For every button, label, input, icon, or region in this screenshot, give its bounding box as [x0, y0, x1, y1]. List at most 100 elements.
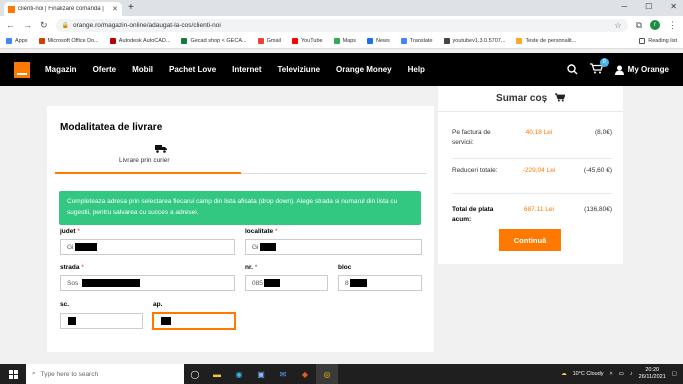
summary-row-total: Total de plata acum: 687,11 Lei (136,80€… [452, 206, 612, 223]
network-icon[interactable]: ▭ [619, 371, 624, 377]
active-tab-underline [55, 172, 241, 174]
close-window-icon[interactable]: ✕ [670, 2, 677, 11]
tab-livrare-curier[interactable]: Livrare prin curier [119, 157, 170, 164]
bookmark-teste[interactable]: Teste de personalit... [516, 38, 576, 44]
cart-icon [554, 93, 566, 102]
redacted-mask [349, 279, 367, 287]
task-view-icon[interactable]: ◯ [184, 364, 206, 384]
browser-tab[interactable]: clienti-noi | Finalizare comanda | ✕ [4, 2, 122, 16]
chrome-icon[interactable]: ◎ [316, 364, 338, 384]
bloc-field[interactable]: 8 [338, 275, 422, 291]
office-icon [38, 38, 45, 44]
profile-avatar[interactable]: r [650, 20, 660, 30]
nav-televiziune[interactable]: Televiziune [278, 65, 321, 74]
cart-count-badge: 0 [599, 57, 609, 67]
cart-button[interactable]: 0 [589, 57, 609, 77]
summary-row-services: Pe factura de servicii: 40,18 Lei (8,0€) [452, 129, 612, 146]
reading-list-icon [639, 38, 646, 44]
system-tray: ☁ 10°C Cloudy ˄ ▭ ♪ 20:20 26/11/2021 ▢ [561, 367, 683, 381]
bookmark-apps[interactable]: Apps [6, 38, 28, 44]
volume-icon[interactable]: ♪ [630, 371, 633, 377]
notifications-icon[interactable]: ▢ [672, 371, 677, 377]
maximize-icon[interactable]: ☐ [645, 2, 652, 11]
weather-icon[interactable]: ☁ [561, 371, 567, 377]
bookmark-youtube[interactable]: YouTube [291, 38, 323, 44]
clock[interactable]: 20:20 26/11/2021 [639, 367, 666, 381]
nav-mobil[interactable]: Mobil [132, 65, 153, 74]
ap-field[interactable] [153, 313, 235, 329]
url-input[interactable]: 🔒 orange.ro/magazin-online/adaugat-la-co… [55, 18, 628, 32]
office-app-icon[interactable]: ◆ [294, 364, 316, 384]
continue-button[interactable]: Continuă [499, 229, 561, 251]
summary-divider [438, 111, 623, 112]
bookmark-youtubev1[interactable]: youtubev1.3.0.5707... [443, 38, 505, 44]
menu-icon[interactable]: ⋮ [668, 20, 677, 31]
tab-title: clienti-noi | Finalizare comanda | [18, 6, 104, 12]
cart-summary-panel: Sumar coș Pe factura de servicii: 40,18 … [438, 86, 623, 264]
apps-grid-icon [6, 38, 12, 44]
window-controls: ─ ☐ ✕ [621, 2, 677, 11]
bookmark-autodesk[interactable]: Autodesk AutoCAD... [109, 38, 170, 44]
orange-logo[interactable] [14, 61, 30, 78]
url-text: orange.ro/magazin-online/adaugat-la-cos/… [73, 21, 221, 29]
redacted-mask [161, 317, 171, 325]
bookmark-gmail[interactable]: Gmail [257, 38, 281, 44]
edge-icon[interactable]: ◉ [228, 364, 250, 384]
nav-orange-money[interactable]: Orange Money [336, 65, 392, 74]
store-icon[interactable]: ▣ [250, 364, 272, 384]
minimize-icon[interactable]: ─ [621, 2, 627, 11]
delivery-title: Modalitatea de livrare [60, 122, 163, 133]
reload-icon[interactable]: ↻ [40, 20, 48, 31]
tray-arrow-icon[interactable]: ˄ [610, 371, 613, 377]
nav-pachet-love[interactable]: Pachet Love [169, 65, 216, 74]
extensions-icon[interactable]: ⧉ [636, 20, 642, 31]
lock-icon[interactable]: 🔒 [62, 22, 69, 29]
taskbar: ⌕ Type here to search ◯ ▬ ◉ ▣ ✉ ◆ ◎ ☁ 10… [0, 364, 683, 384]
mail-icon[interactable]: ✉ [272, 364, 294, 384]
truck-icon [155, 145, 167, 153]
delivery-form-card: Modalitatea de livrare Livrare prin curi… [47, 106, 434, 352]
gmail-icon [257, 38, 264, 44]
orange-favicon-icon [8, 5, 15, 13]
bookmark-gecad[interactable]: Gecad shop < GECA... [181, 38, 247, 44]
judet-field[interactable]: Gi [60, 239, 235, 255]
bookmark-star-icon[interactable]: ☆ [614, 21, 621, 30]
maps-icon [333, 38, 340, 44]
bookmarks-bar: Apps Microsoft Office Do... Autodesk Aut… [0, 34, 683, 49]
search-placeholder: Type here to search [40, 370, 99, 378]
ap-label: ap. [153, 301, 163, 308]
teste-icon [516, 38, 523, 44]
close-tab-icon[interactable]: ✕ [112, 5, 118, 13]
bookmark-news[interactable]: News [367, 38, 390, 44]
nav-oferte[interactable]: Oferte [93, 65, 117, 74]
nr-field[interactable]: 085 [245, 275, 328, 291]
forward-icon[interactable]: → [23, 20, 32, 30]
bookmark-maps[interactable]: Maps [333, 38, 356, 44]
sc-field[interactable] [60, 313, 143, 329]
file-explorer-icon[interactable]: ▬ [206, 364, 228, 384]
nav-magazin[interactable]: Magazin [45, 65, 77, 74]
bookmark-translate[interactable]: Translate [400, 38, 433, 44]
tab-divider [241, 173, 427, 174]
sc-label: sc. [60, 301, 70, 308]
bloc-label: bloc [338, 264, 352, 271]
taskbar-search-input[interactable]: ⌕ Type here to search [26, 364, 184, 384]
main-nav: Magazin Oferte Mobil Pachet Love Interne… [45, 65, 425, 74]
redacted-mask [259, 243, 276, 251]
strada-field[interactable]: Sos [60, 275, 235, 291]
search-icon[interactable] [566, 64, 578, 75]
my-orange-label: My Orange [627, 65, 669, 74]
localitate-field[interactable]: Gi [245, 239, 422, 255]
windows-start-icon[interactable] [0, 364, 26, 384]
gecad-icon [181, 38, 188, 44]
browser-tab-strip: clienti-noi | Finalizare comanda | ✕ + ─… [0, 0, 683, 16]
nav-internet[interactable]: Internet [232, 65, 261, 74]
bookmark-microsoft-office[interactable]: Microsoft Office Do... [38, 38, 99, 44]
nav-help[interactable]: Help [408, 65, 425, 74]
redacted-mask [263, 279, 280, 287]
user-icon [614, 65, 624, 75]
my-orange-button[interactable]: My Orange [614, 65, 669, 75]
reading-list[interactable]: Reading list [639, 38, 677, 44]
back-icon[interactable]: ← [6, 20, 15, 30]
new-tab-icon[interactable]: + [128, 2, 134, 13]
